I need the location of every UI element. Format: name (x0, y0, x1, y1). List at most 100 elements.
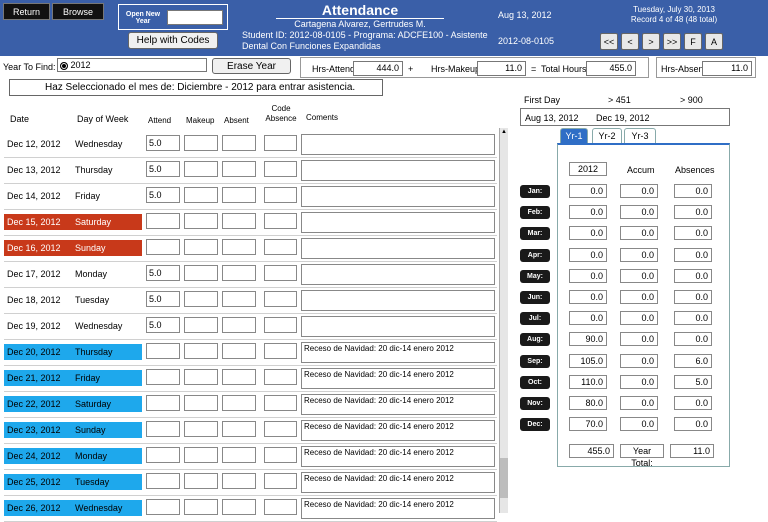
attend-input[interactable] (146, 473, 180, 489)
makeup-input[interactable] (184, 317, 218, 333)
absent-input[interactable] (222, 187, 256, 203)
last-record-button[interactable]: >> (663, 33, 681, 50)
next-record-button[interactable]: > (642, 33, 660, 50)
comment-input[interactable]: Receso de Navidad: 20 dic-14 enero 2012 (301, 394, 495, 415)
absent-input[interactable] (222, 265, 256, 281)
absent-input[interactable] (222, 473, 256, 489)
month-button[interactable]: Apr: (520, 248, 550, 262)
code-absence-input[interactable] (264, 395, 297, 411)
code-absence-input[interactable] (264, 265, 297, 281)
hrs-attend-field[interactable]: 444.0 (353, 61, 403, 76)
hrs-absent-field[interactable]: 11.0 (702, 61, 752, 76)
comment-input[interactable] (301, 238, 495, 259)
makeup-input[interactable] (184, 369, 218, 385)
code-absence-input[interactable] (264, 161, 297, 177)
absent-input[interactable] (222, 395, 256, 411)
help-with-codes-button[interactable]: Help with Codes (128, 32, 218, 49)
makeup-input[interactable] (184, 187, 218, 203)
code-absence-input[interactable] (264, 187, 297, 203)
month-button[interactable]: Oct: (520, 375, 550, 389)
month-button[interactable]: Jul: (520, 312, 550, 326)
attend-input[interactable] (146, 369, 180, 385)
month-button[interactable]: Sep: (520, 354, 550, 368)
makeup-input[interactable] (184, 447, 218, 463)
comment-input[interactable] (301, 160, 495, 181)
month-button[interactable]: Aug: (520, 333, 550, 347)
code-absence-input[interactable] (264, 213, 297, 229)
attend-input[interactable] (146, 421, 180, 437)
attend-input[interactable] (146, 447, 180, 463)
comment-input[interactable] (301, 264, 495, 285)
makeup-input[interactable] (184, 161, 218, 177)
code-absence-input[interactable] (264, 291, 297, 307)
return-button[interactable]: Return (3, 3, 50, 20)
attend-input[interactable]: 5.0 (146, 161, 180, 177)
attend-input[interactable]: 5.0 (146, 187, 180, 203)
attend-input[interactable] (146, 395, 180, 411)
absent-input[interactable] (222, 213, 256, 229)
attend-input[interactable]: 5.0 (146, 265, 180, 281)
makeup-input[interactable] (184, 395, 218, 411)
absent-input[interactable] (222, 369, 256, 385)
code-absence-input[interactable] (264, 239, 297, 255)
attend-input[interactable]: 5.0 (146, 291, 180, 307)
comment-input[interactable] (301, 212, 495, 233)
first-record-button[interactable]: << (600, 33, 618, 50)
month-button[interactable]: Jun: (520, 291, 550, 304)
absent-input[interactable] (222, 421, 256, 437)
comment-input[interactable] (301, 290, 495, 311)
comment-input[interactable]: Receso de Navidad: 20 dic-14 enero 2012 (301, 472, 495, 493)
table-scrollbar[interactable]: ▲ (499, 128, 508, 513)
month-button[interactable]: Mar: (520, 227, 550, 241)
makeup-input[interactable] (184, 135, 218, 151)
tab-yr-1[interactable]: Yr-1 (560, 128, 588, 143)
comment-input[interactable]: Receso de Navidad: 20 dic-14 enero 2012 (301, 498, 495, 519)
total-hours-field[interactable]: 455.0 (586, 61, 636, 76)
makeup-input[interactable] (184, 343, 218, 359)
makeup-input[interactable] (184, 239, 218, 255)
absent-input[interactable] (222, 447, 256, 463)
absent-input[interactable] (222, 239, 256, 255)
makeup-input[interactable] (184, 265, 218, 281)
scroll-thumb[interactable] (500, 458, 508, 498)
all-button[interactable]: A (705, 33, 723, 50)
absent-input[interactable] (222, 343, 256, 359)
comment-input[interactable]: Receso de Navidad: 20 dic-14 enero 2012 (301, 446, 495, 467)
comment-input[interactable]: Receso de Navidad: 20 dic-14 enero 2012 (301, 342, 495, 363)
absent-input[interactable] (222, 291, 256, 307)
comment-input[interactable] (301, 316, 495, 337)
comment-input[interactable] (301, 134, 495, 155)
month-button[interactable]: Dec: (520, 418, 550, 432)
makeup-input[interactable] (184, 213, 218, 229)
comment-input[interactable] (301, 186, 495, 207)
tab-yr-3[interactable]: Yr-3 (624, 128, 656, 143)
absent-input[interactable] (222, 135, 256, 151)
month-button[interactable]: May: (520, 269, 550, 283)
makeup-input[interactable] (184, 473, 218, 489)
attend-input[interactable] (146, 343, 180, 359)
code-absence-input[interactable] (264, 343, 297, 359)
scroll-up-icon[interactable]: ▲ (500, 128, 508, 136)
browse-button[interactable]: Browse (52, 3, 104, 20)
makeup-input[interactable] (184, 421, 218, 437)
attend-input[interactable] (146, 239, 180, 255)
prev-record-button[interactable]: < (621, 33, 639, 50)
month-button[interactable]: Nov: (520, 397, 550, 410)
attend-input[interactable]: 5.0 (146, 135, 180, 151)
open-new-year-input[interactable] (167, 10, 223, 25)
year-to-find-field[interactable]: 2012 (57, 58, 207, 72)
code-absence-input[interactable] (264, 473, 297, 489)
tab-yr-2[interactable]: Yr-2 (592, 128, 622, 143)
code-absence-input[interactable] (264, 135, 297, 151)
comment-input[interactable]: Receso de Navidad: 20 dic-14 enero 2012 (301, 420, 495, 441)
month-button[interactable]: Feb: (520, 206, 550, 220)
attend-input[interactable] (146, 213, 180, 229)
makeup-input[interactable] (184, 291, 218, 307)
find-button[interactable]: F (684, 33, 702, 50)
code-absence-input[interactable] (264, 317, 297, 333)
radio-icon[interactable] (60, 61, 68, 70)
erase-year-button[interactable]: Erase Year (212, 58, 291, 74)
hrs-makeup-field[interactable]: 11.0 (477, 61, 526, 76)
absent-input[interactable] (222, 161, 256, 177)
code-absence-input[interactable] (264, 447, 297, 463)
